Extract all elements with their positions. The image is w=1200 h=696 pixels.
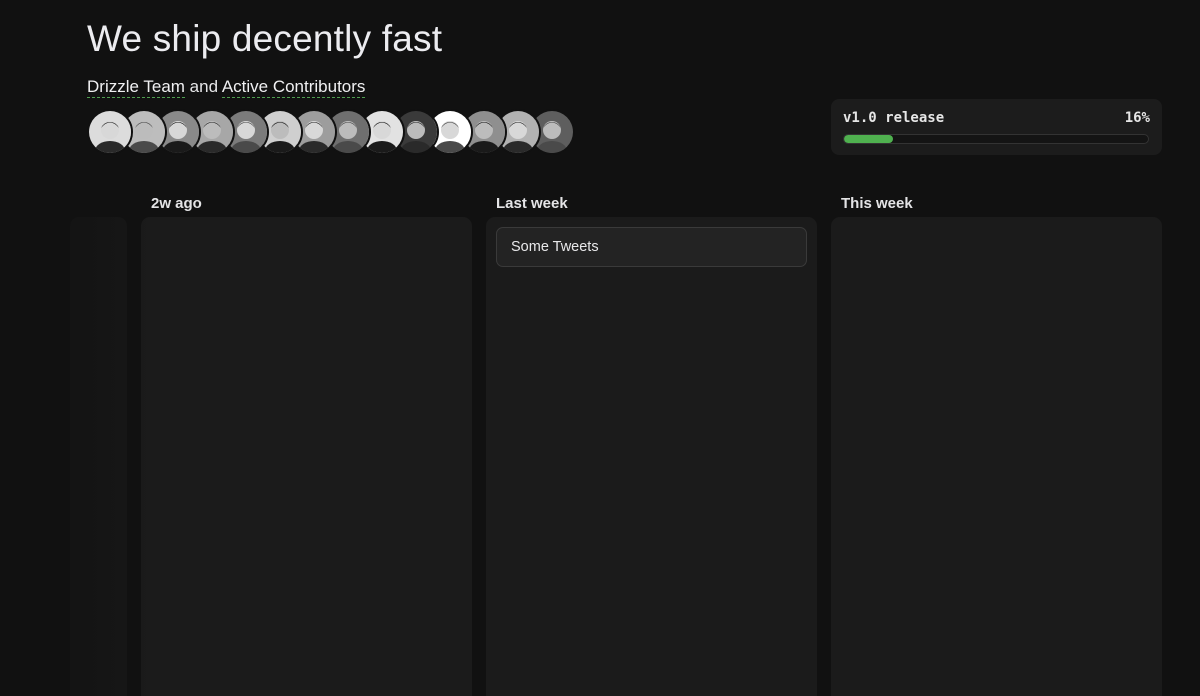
page-title: We ship decently fast: [87, 18, 443, 59]
release-label: v1.0 release: [843, 110, 945, 126]
roadmap-page: We ship decently fast Drizzle Team and A…: [0, 0, 1200, 696]
team-subtitle: Drizzle Team and Active Contributors: [87, 77, 366, 98]
card-some-tweets[interactable]: Some Tweets: [496, 227, 807, 267]
drizzle-team-link[interactable]: Drizzle Team: [87, 77, 185, 98]
release-progress-track: [843, 134, 1149, 144]
contributor-avatars: [87, 109, 575, 155]
release-progress-card: v1.0 release 16%: [831, 99, 1162, 155]
release-percent: 16%: [1124, 110, 1150, 126]
column-last-week: Some Tweets: [486, 217, 817, 696]
column-header-2w-ago: 2w ago: [151, 195, 202, 212]
column-earlier: [70, 217, 127, 696]
active-contributors-link[interactable]: Active Contributors: [221, 77, 366, 98]
column-2w-ago: [141, 217, 472, 696]
subtitle-joiner: and: [184, 77, 222, 96]
column-header-last-week: Last week: [496, 195, 568, 212]
avatar-contributor-1[interactable]: [87, 109, 133, 155]
column-header-this-week: This week: [841, 195, 913, 212]
column-this-week: [831, 217, 1162, 696]
release-progress-fill: [844, 135, 893, 143]
